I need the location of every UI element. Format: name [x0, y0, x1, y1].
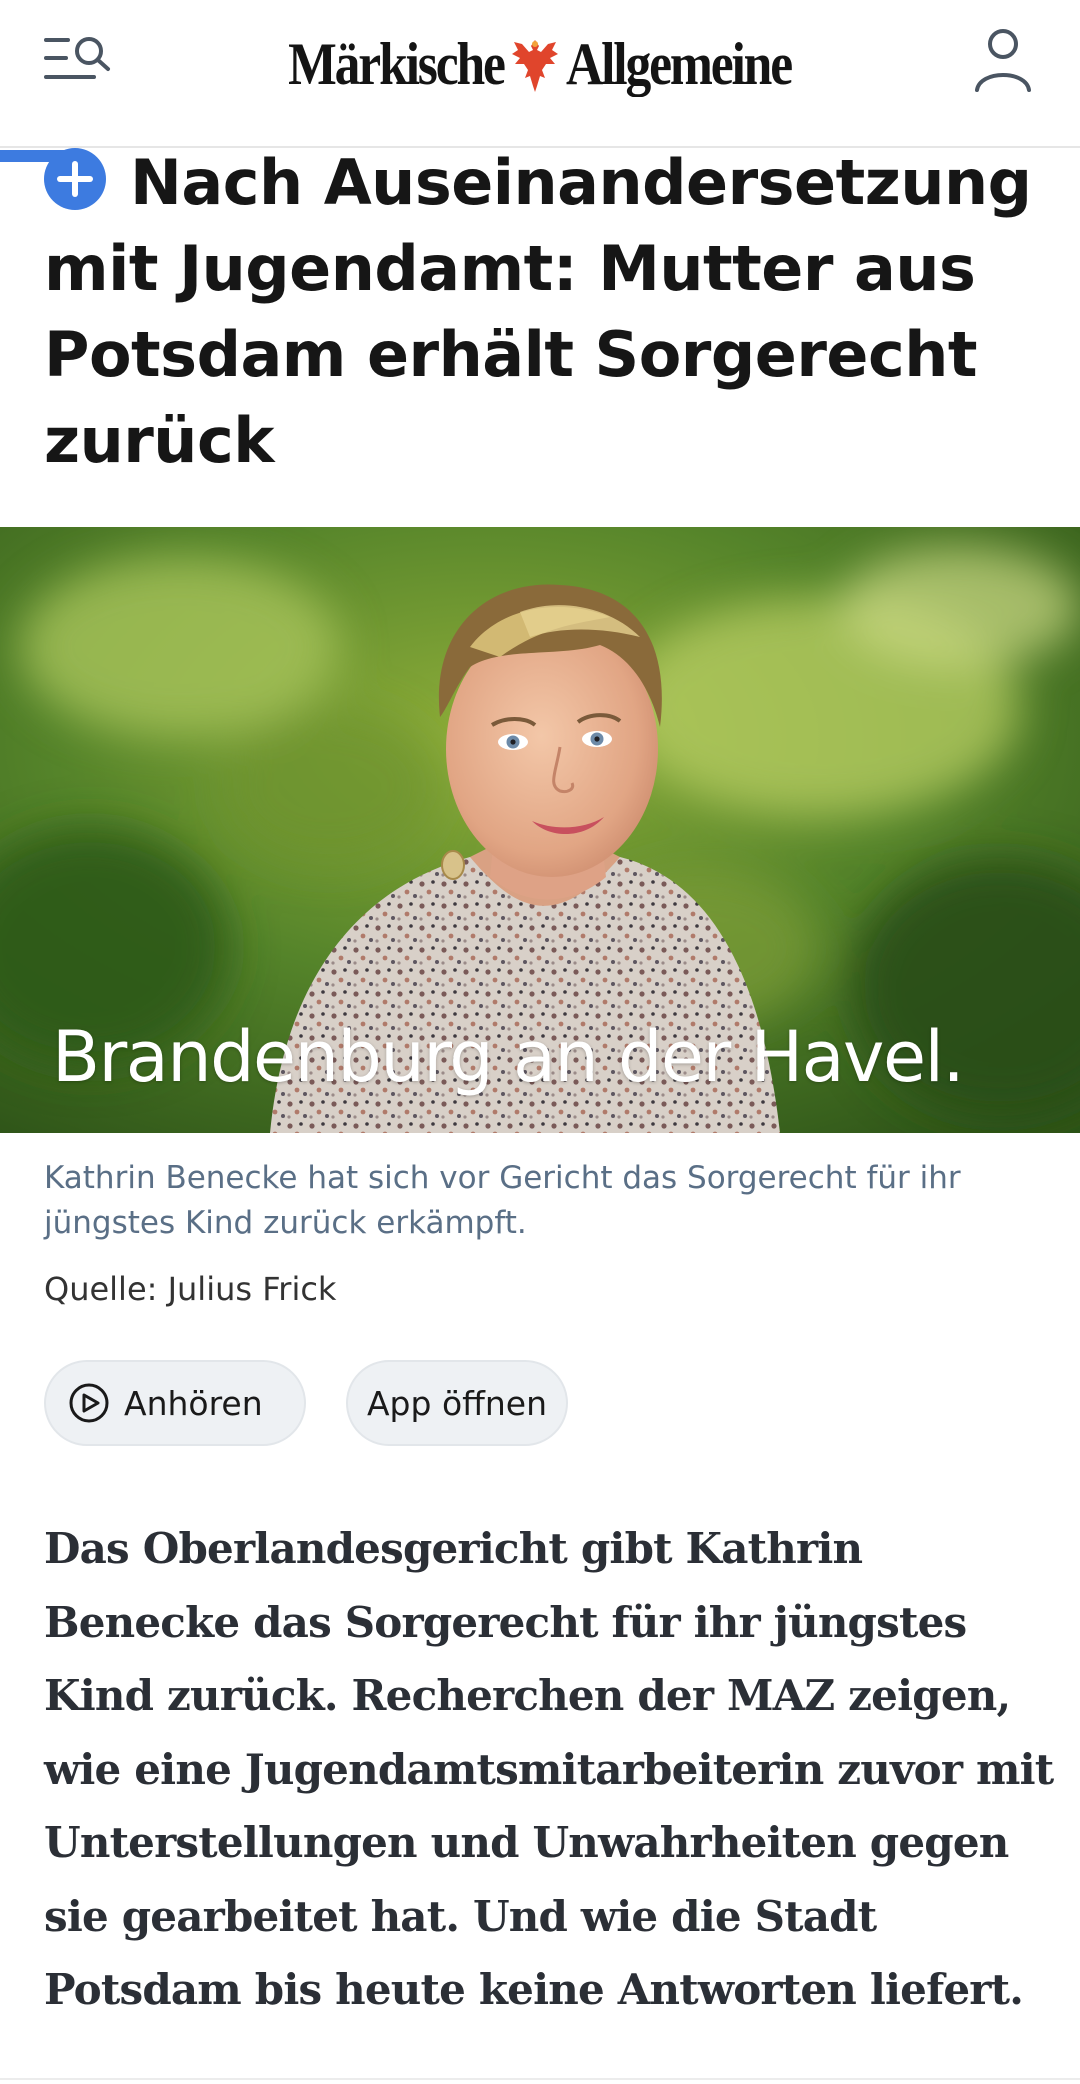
logo-word-right: Allgemeine: [565, 31, 793, 97]
open-app-label: App öffnen: [366, 1383, 548, 1423]
image-credit: Quelle: Julius Frick: [44, 1270, 337, 1308]
image-caption: Kathrin Benecke hat sich vor Gericht das…: [44, 1160, 961, 1241]
play-circle-icon: [69, 1383, 109, 1423]
site-header: Märkische Allgemeine: [0, 0, 1080, 148]
eagle-icon: [511, 40, 558, 92]
plus-icon: [44, 148, 106, 210]
menu-search-icon[interactable]: [44, 34, 114, 90]
divider: [0, 2078, 1080, 2080]
headline-text: Nach Auseinandersetzung mit Jugendamt: M…: [44, 146, 1032, 477]
user-icon[interactable]: [972, 26, 1034, 94]
open-app-button[interactable]: App öffnen: [346, 1360, 568, 1446]
listen-button[interactable]: Anhören: [44, 1360, 306, 1446]
listen-label: Anhören: [124, 1383, 263, 1423]
article-headline: Nach Auseinandersetzung mit Jugendamt: M…: [44, 140, 1044, 484]
article-teaser: Das Oberlandesgericht gibt Kathrin Benec…: [44, 1524, 1054, 2014]
hero-overlay-text: Brandenburg an der Havel.: [52, 1016, 965, 1098]
site-logo[interactable]: Märkische Allgemeine: [248, 26, 832, 102]
logo-word-left: Märkische: [287, 31, 506, 97]
